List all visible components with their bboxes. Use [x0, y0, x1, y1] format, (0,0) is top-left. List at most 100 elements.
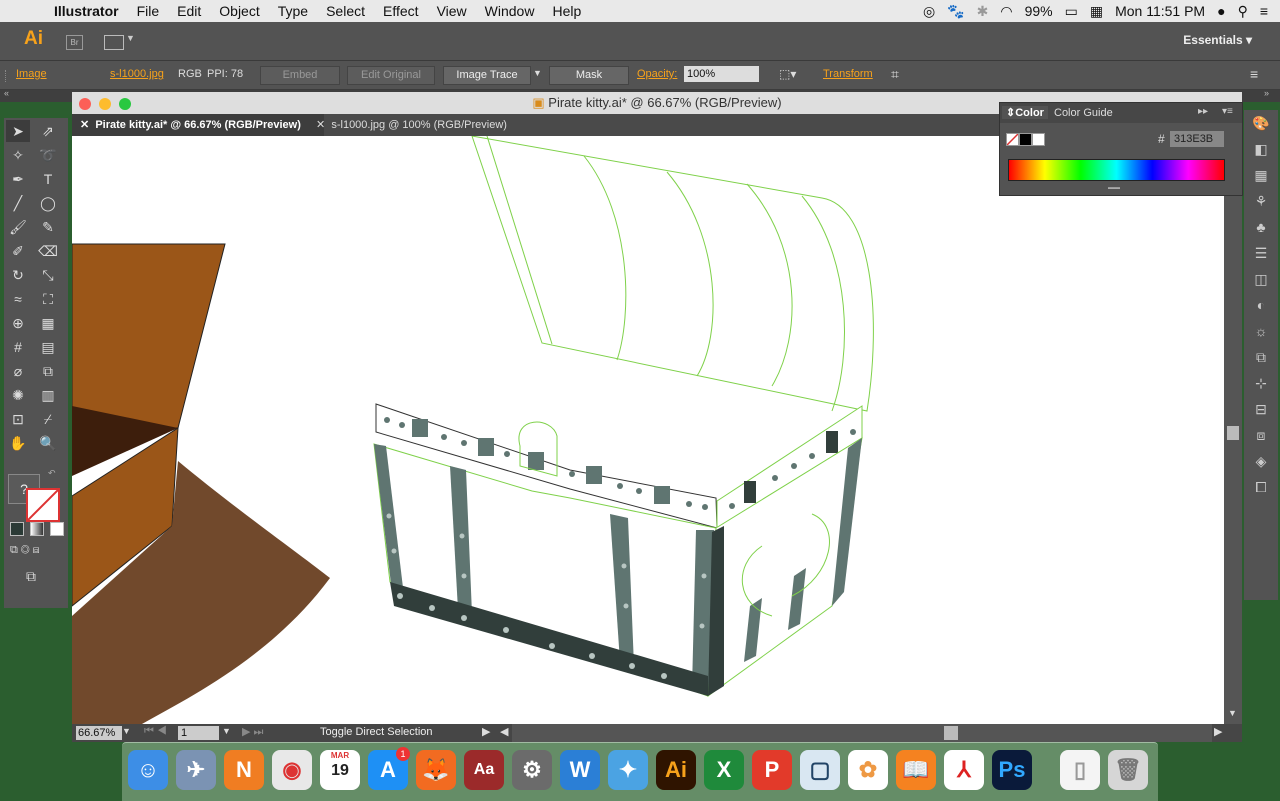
illustrator-icon[interactable]: Ai — [656, 750, 696, 790]
zoom-field[interactable]: 66.67% — [76, 726, 122, 740]
document-icon[interactable]: ▯ — [1060, 750, 1100, 790]
powerpoint-icon[interactable]: P — [752, 750, 792, 790]
gradient-mode-button[interactable] — [30, 522, 44, 536]
rotate-tool-icon[interactable]: ↻ — [6, 264, 30, 286]
paw-icon[interactable]: 🐾 — [947, 3, 964, 20]
image-trace-button[interactable]: Image Trace — [443, 66, 531, 85]
artboards-icon[interactable]: ⧠ — [1244, 474, 1278, 500]
swap-fill-stroke-icon[interactable]: ↶ — [48, 468, 56, 479]
layers-icon[interactable]: ◈ — [1244, 448, 1278, 474]
white-swatch[interactable] — [1032, 133, 1045, 146]
menu-effect[interactable]: Effect — [374, 3, 428, 19]
finder-icon[interactable]: ☺ — [128, 750, 168, 790]
collapse-left-icon[interactable]: « — [4, 88, 9, 98]
artboard-canvas[interactable] — [72, 136, 1224, 724]
menu-type[interactable]: Type — [269, 3, 317, 19]
chrome-icon[interactable]: ◉ — [272, 750, 312, 790]
bridge-button[interactable]: Br — [66, 35, 83, 50]
transform-icon[interactable]: ⊹ — [1244, 370, 1278, 396]
pathfinder-icon[interactable]: ⧈ — [1244, 422, 1278, 448]
embed-button[interactable]: Embed — [260, 66, 340, 85]
lasso-tool-icon[interactable]: ➰ — [36, 144, 60, 166]
draw-mode-icon[interactable]: ⧉ ◎ ⧈ — [10, 544, 40, 557]
system-preferences-icon[interactable]: ⚙ — [512, 750, 552, 790]
opacity-dropdown-icon[interactable]: ▼ — [746, 68, 755, 78]
color-spectrum[interactable] — [1008, 159, 1225, 181]
gradient-icon[interactable]: ◫ — [1244, 266, 1278, 292]
edit-original-button[interactable]: Edit Original — [347, 66, 435, 85]
graph-tool-icon[interactable]: ▥ — [36, 384, 60, 406]
scroll-left-icon[interactable]: ◀ — [500, 725, 508, 738]
slice-tool-icon[interactable]: ⌿ — [36, 408, 60, 430]
ibooks-icon[interactable]: 📖 — [896, 750, 936, 790]
linked-file-link[interactable]: s-l1000.jpg — [110, 68, 164, 80]
zoom-dropdown-icon[interactable]: ▼ — [122, 726, 131, 736]
selection-tool-icon[interactable]: ➤ — [6, 120, 30, 142]
panel-menu-icon[interactable]: ≡ — [1250, 66, 1258, 82]
collapse-right-icon[interactable]: » — [1264, 88, 1269, 98]
menu-select[interactable]: Select — [317, 3, 374, 19]
hex-input[interactable]: 313E3B — [1170, 131, 1224, 147]
resize-grip-icon[interactable]: ▬▬ — [1108, 185, 1120, 191]
black-swatch[interactable] — [1019, 133, 1032, 146]
user-icon[interactable]: ● — [1217, 3, 1225, 19]
none-swatch[interactable] — [1006, 133, 1019, 146]
appearance-icon[interactable]: ☼ — [1244, 318, 1278, 344]
menu-edit[interactable]: Edit — [168, 3, 210, 19]
transparency-icon[interactable]: ◐ — [1244, 292, 1278, 318]
first-artboard-icon[interactable]: ⏮ ◀ — [144, 725, 167, 738]
flag-icon[interactable]: ▦ — [1090, 3, 1103, 20]
close-window-button[interactable] — [79, 98, 91, 110]
stroke-icon[interactable]: ☰ — [1244, 240, 1278, 266]
menu-view[interactable]: View — [428, 3, 476, 19]
zoom-tool-icon[interactable]: 🔍 — [36, 432, 60, 454]
collapse-panel-icon[interactable]: ▸▸ — [1198, 106, 1208, 117]
eyedropper-tool-icon[interactable]: ⌀ — [6, 360, 30, 382]
none-mode-button[interactable] — [50, 522, 64, 536]
tab-pirate-kitty[interactable]: ✕ Pirate kitty.ai* @ 66.67% (RGB/Preview… — [72, 114, 324, 136]
panel-options-icon[interactable]: ▾≡ — [1222, 106, 1233, 117]
paintbrush-tool-icon[interactable]: 🖌 — [6, 216, 30, 238]
pen-tool-icon[interactable]: ✒ — [6, 168, 30, 190]
calendar-icon[interactable]: MAR 19 — [320, 750, 360, 790]
menu-object[interactable]: Object — [210, 3, 268, 19]
blend-tool-icon[interactable]: ⧉ — [36, 360, 60, 382]
mesh-tool-icon[interactable]: # — [6, 336, 30, 358]
menu-window[interactable]: Window — [476, 3, 544, 19]
scroll-right-icon[interactable]: ▶ — [1214, 725, 1222, 738]
symbol-sprayer-tool-icon[interactable]: ✺ — [6, 384, 30, 406]
tab-color[interactable]: ⇕Color — [1002, 106, 1048, 119]
artboard-number-field[interactable]: 1 — [178, 726, 219, 740]
tab-color-guide[interactable]: Color Guide — [1054, 107, 1113, 119]
scroll-down-icon[interactable]: ▼ — [1228, 708, 1237, 718]
workspace-switcher[interactable]: Essentials ▾ — [1183, 33, 1252, 47]
graphic-styles-icon[interactable]: ⧉ — [1244, 344, 1278, 370]
horizontal-scrollbar[interactable] — [512, 724, 1212, 742]
perspective-grid-tool-icon[interactable]: ▦ — [36, 312, 60, 334]
free-transform-tool-icon[interactable]: ⛶ — [36, 288, 60, 310]
stroke-swatch[interactable] — [26, 488, 60, 522]
clock[interactable]: Mon 11:51 PM — [1115, 3, 1205, 19]
status-menu-icon[interactable]: ▶ — [482, 725, 490, 738]
excel-icon[interactable]: X — [704, 750, 744, 790]
ellipse-tool-icon[interactable]: ◯ — [36, 192, 60, 214]
menu-help[interactable]: Help — [543, 3, 590, 19]
artboard-tool-icon[interactable]: ⊡ — [6, 408, 30, 430]
isolate-object-icon[interactable]: ⌗ — [891, 66, 899, 83]
acrobat-icon[interactable]: ⅄ — [944, 750, 984, 790]
bluetooth-icon[interactable]: ✱ — [977, 3, 989, 20]
scroll-thumb[interactable] — [1227, 426, 1239, 440]
trash-icon[interactable]: 🗑 — [1108, 750, 1148, 790]
opacity-label[interactable]: Opacity: — [637, 68, 677, 80]
dictionary-icon[interactable]: Aa — [464, 750, 504, 790]
photos-icon[interactable]: ✿ — [848, 750, 888, 790]
screen-mode-icon[interactable]: ⧉ — [26, 568, 36, 585]
type-tool-icon[interactable]: T — [36, 168, 60, 190]
notification-list-icon[interactable]: ≡ — [1260, 3, 1268, 19]
horizontal-scroll-thumb[interactable] — [944, 726, 958, 740]
creative-cloud-icon[interactable]: ◎ — [923, 3, 935, 20]
arrange-documents-icon[interactable] — [104, 35, 124, 50]
color-guide-icon[interactable]: ◧ — [1244, 136, 1278, 162]
chevron-down-icon[interactable]: ▼ — [126, 33, 135, 43]
blob-brush-tool-icon[interactable]: ✐ — [6, 240, 30, 262]
